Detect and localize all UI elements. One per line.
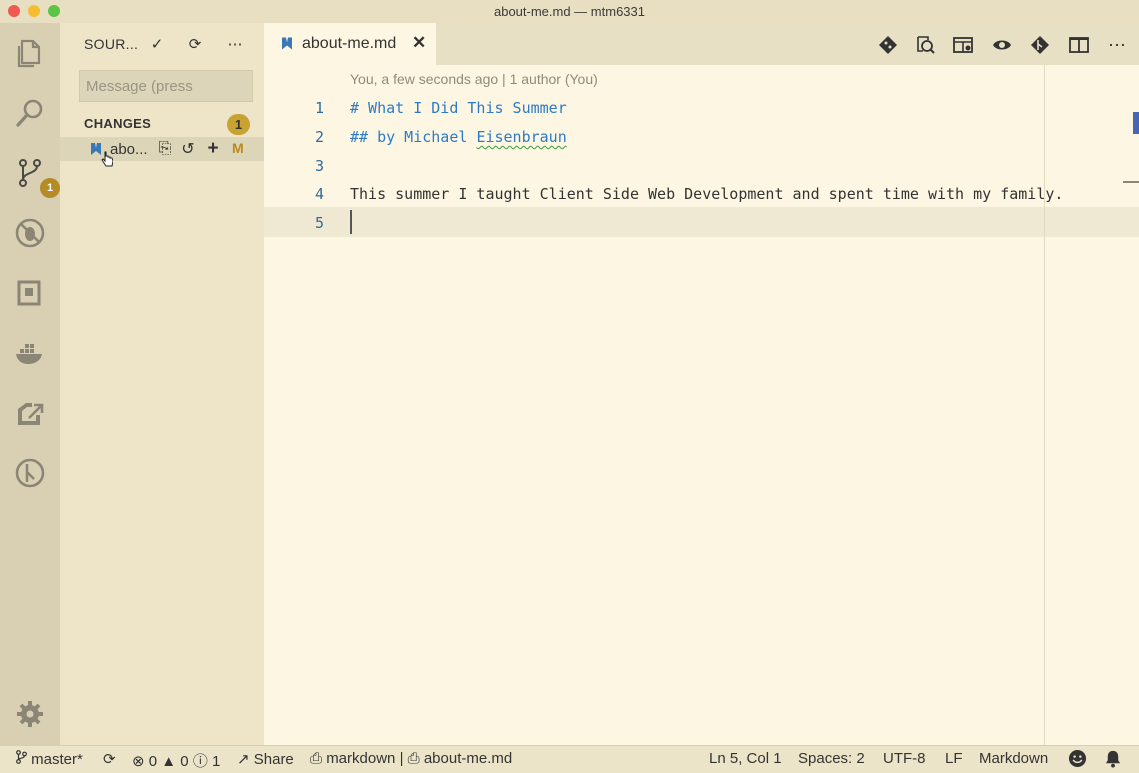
changes-count-badge: 1 bbox=[227, 114, 250, 135]
info-count: 1 bbox=[212, 753, 221, 770]
toggle-blame-icon[interactable] bbox=[990, 33, 1014, 57]
error-icon: ⊗ bbox=[132, 753, 145, 770]
warning-count: 0 bbox=[180, 753, 189, 770]
warning-icon: ▲ bbox=[161, 753, 177, 770]
line-number: 2 bbox=[314, 128, 324, 146]
status-bar: master* ⟳ ⊗ 0 ▲ 0 ⓘ 1 ↗ Share ⎙ markdown… bbox=[0, 745, 1139, 773]
error-count: 0 bbox=[148, 753, 158, 770]
explorer-icon[interactable] bbox=[12, 35, 48, 71]
breadcrumb-separator: | bbox=[399, 750, 404, 767]
line-number: 5 bbox=[314, 214, 324, 232]
more-editor-actions-icon[interactable]: ⋯ bbox=[1105, 33, 1129, 57]
breadcrumb-file: about-me.md bbox=[423, 750, 513, 767]
preview-icon[interactable] bbox=[951, 33, 975, 57]
editor-ruler bbox=[1044, 65, 1045, 745]
close-icon[interactable]: ✕ bbox=[412, 33, 426, 53]
problems-indicator[interactable]: ⊗ 0 ▲ 0 ⓘ 1 bbox=[132, 750, 220, 771]
panel-title: SOUR... bbox=[84, 36, 139, 52]
line-number: 4 bbox=[314, 185, 324, 203]
encoding[interactable]: UTF-8 bbox=[883, 750, 926, 767]
branch-indicator[interactable]: master* bbox=[16, 750, 83, 768]
breadcrumb-folder: markdown bbox=[326, 750, 396, 767]
share-label: Share bbox=[253, 751, 294, 768]
source-control-panel: SOUR... ✓ ⟳ ⋯ Message (press CHANGES 1 a… bbox=[60, 23, 264, 745]
info-icon: ⓘ bbox=[192, 753, 208, 770]
markdown-file-icon bbox=[282, 37, 292, 50]
folder-icon: ⎙ bbox=[310, 750, 323, 767]
discard-changes-icon[interactable]: ↺ bbox=[178, 139, 198, 159]
open-changes-icon[interactable] bbox=[913, 33, 937, 57]
indentation[interactable]: Spaces: 2 bbox=[798, 750, 865, 767]
search-icon[interactable] bbox=[12, 95, 48, 131]
editor-area: about-me.md ✕ ⋯ You, a few seconds ago |… bbox=[264, 23, 1139, 745]
live-share-icon[interactable] bbox=[12, 395, 48, 431]
source-control-icon[interactable]: 1 bbox=[12, 155, 60, 198]
more-actions-icon[interactable]: ⋯ bbox=[224, 33, 246, 55]
text-cursor bbox=[350, 210, 352, 234]
stage-changes-icon[interactable]: + bbox=[203, 138, 223, 159]
file-icon: ⎙ bbox=[407, 750, 420, 767]
gitlens-icon[interactable] bbox=[12, 455, 48, 491]
code-line[interactable]: This summer I taught Client Side Web Dev… bbox=[350, 185, 1063, 203]
changes-header[interactable]: CHANGES bbox=[84, 116, 151, 131]
refresh-icon[interactable]: ⟳ bbox=[184, 33, 206, 55]
commit-check-icon[interactable]: ✓ bbox=[146, 33, 168, 55]
share-icon: ↗ bbox=[237, 751, 250, 768]
breadcrumb[interactable]: ⎙ markdown | ⎙ about-me.md bbox=[310, 750, 512, 767]
modified-status: M bbox=[232, 140, 244, 156]
tab-bar: about-me.md ✕ ⋯ bbox=[264, 23, 1139, 65]
scm-badge: 1 bbox=[40, 178, 60, 198]
blame-annotation[interactable]: You, a few seconds ago | 1 author (You) bbox=[350, 71, 598, 87]
overview-ruler-marker bbox=[1133, 112, 1139, 134]
commit-message-input[interactable]: Message (press bbox=[79, 70, 253, 102]
open-file-icon[interactable]: ⎘ bbox=[155, 139, 175, 159]
tab-about-me[interactable]: about-me.md ✕ bbox=[264, 23, 436, 65]
sync-icon[interactable]: ⟳ bbox=[103, 750, 116, 768]
line-number: 1 bbox=[314, 99, 324, 117]
share-button[interactable]: ↗ Share bbox=[237, 750, 294, 768]
debug-icon[interactable] bbox=[12, 215, 48, 251]
cursor-position[interactable]: Ln 5, Col 1 bbox=[709, 750, 782, 767]
window-title: about-me.md — mtm6331 bbox=[493, 4, 645, 19]
overview-ruler-cursor bbox=[1123, 181, 1139, 183]
git-compare-icon[interactable] bbox=[876, 33, 900, 57]
current-line-highlight bbox=[264, 207, 1139, 237]
language-mode[interactable]: Markdown bbox=[979, 750, 1048, 767]
branch-icon bbox=[16, 750, 27, 764]
activity-bar: 1 bbox=[0, 23, 60, 745]
tab-label: about-me.md bbox=[302, 35, 397, 52]
mouse-pointer-icon bbox=[101, 151, 113, 167]
branch-name: master* bbox=[31, 751, 83, 768]
code-line[interactable]: # What I Did This Summer bbox=[350, 99, 567, 117]
line-number: 3 bbox=[314, 157, 324, 175]
feedback-smiley-icon[interactable] bbox=[1068, 749, 1087, 772]
spelling-error[interactable]: Eisenbraun bbox=[476, 128, 566, 146]
code-text: ## by Michael bbox=[350, 128, 477, 146]
git-history-icon[interactable] bbox=[1028, 33, 1052, 57]
changed-file-row[interactable]: abo... ⎘ ↺ + M bbox=[60, 137, 264, 167]
title-bar: about-me.md — mtm6331 bbox=[0, 0, 1139, 24]
changed-file-name: abo... bbox=[110, 141, 148, 158]
code-line[interactable]: ## by Michael Eisenbraun bbox=[350, 128, 567, 146]
line-ending[interactable]: LF bbox=[945, 750, 963, 767]
gear-icon[interactable] bbox=[12, 696, 48, 732]
extensions-icon[interactable] bbox=[12, 275, 48, 311]
docker-icon[interactable] bbox=[12, 335, 48, 371]
split-editor-icon[interactable] bbox=[1067, 33, 1091, 57]
notifications-bell-icon[interactable] bbox=[1104, 749, 1122, 772]
